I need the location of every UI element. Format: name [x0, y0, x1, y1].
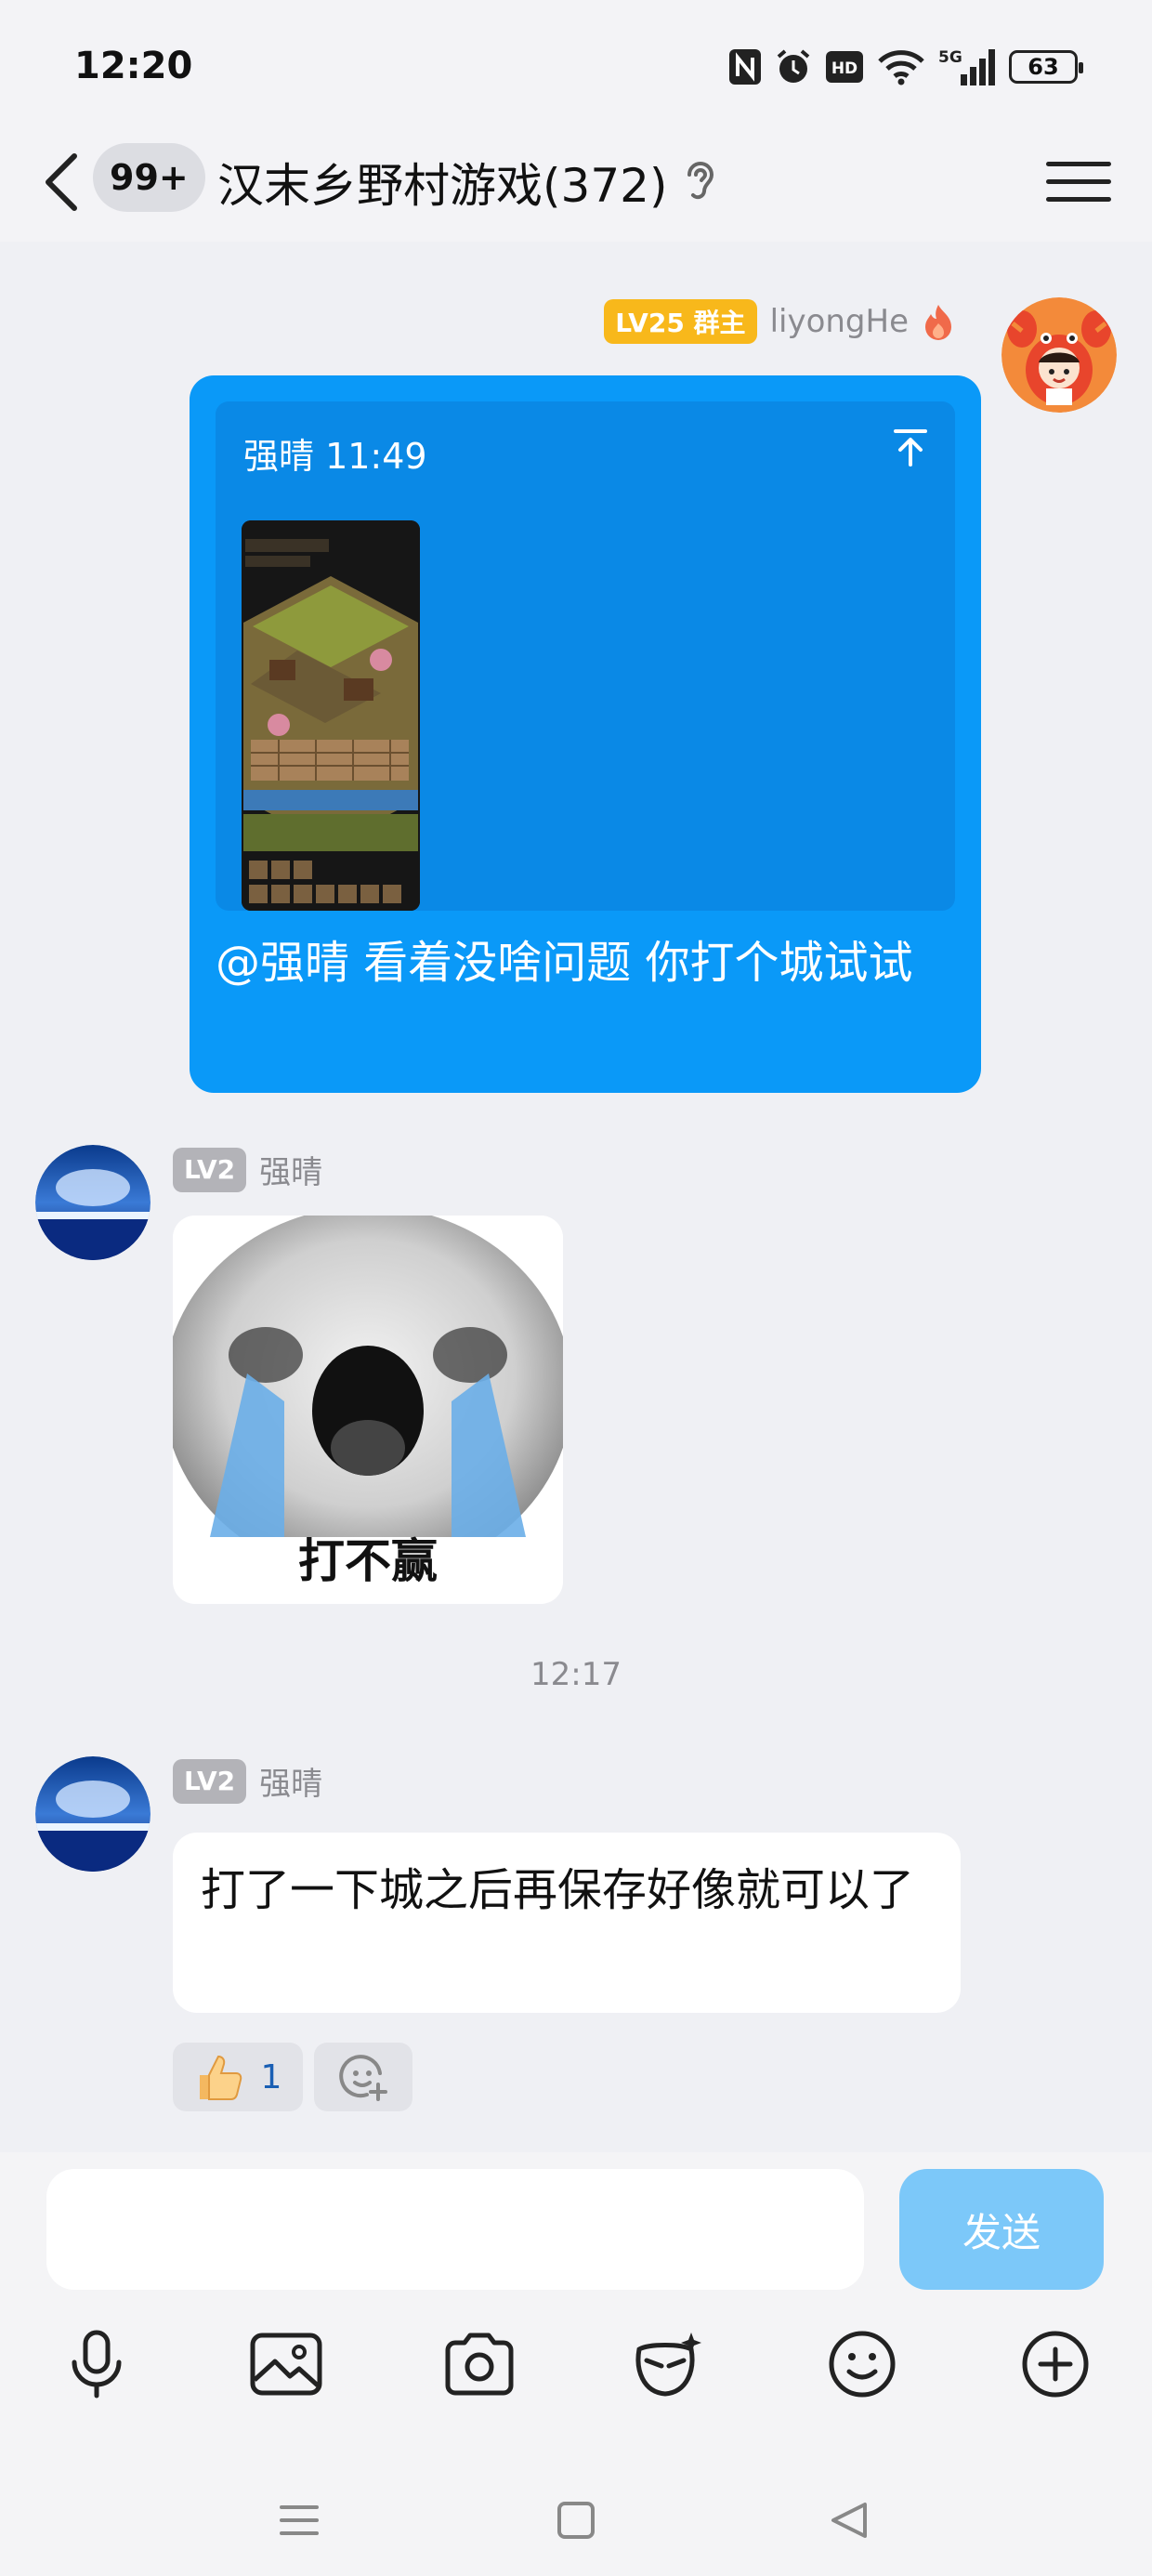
message-text: @强晴 看着没啥问题 你打个城试试 [216, 937, 913, 989]
hd-label: HD [831, 59, 857, 78]
menu-button[interactable] [1046, 149, 1111, 214]
group-title[interactable]: 汉末乡野村游戏(372) [217, 149, 667, 216]
composer: 发送 [0, 2152, 1152, 2576]
plus-icon [1022, 2331, 1089, 2398]
thumbs-up-icon [199, 2055, 242, 2100]
quote-header: 强晴 11:49 [243, 436, 427, 477]
wifi-icon [877, 48, 925, 85]
quoted-message[interactable]: 强晴 11:49 [216, 401, 955, 911]
sender-name[interactable]: 强晴 [259, 1758, 322, 1804]
system-navigation-bar [0, 2464, 1152, 2576]
nav-back-icon [831, 2503, 867, 2538]
time-divider: 12:17 [530, 1656, 622, 1693]
nav-menu-icon [280, 2505, 319, 2535]
microphone-icon [72, 2330, 122, 2399]
back-arrow-icon [46, 153, 77, 211]
image-button[interactable] [242, 2320, 331, 2409]
game-screenshot-image [242, 520, 420, 911]
add-reaction-button[interactable] [314, 2043, 412, 2111]
sender-name[interactable]: liyongHe [770, 303, 909, 340]
nav-home-button[interactable] [548, 2492, 604, 2548]
level-badge: LV2 [173, 1758, 247, 1804]
composer-toolbar [0, 2320, 1152, 2431]
nfc-icon [728, 48, 762, 85]
reaction-count: 1 [260, 2057, 282, 2096]
camera-button[interactable] [435, 2320, 524, 2409]
ear-icon[interactable] [684, 158, 715, 204]
ocean-avatar-icon [35, 1756, 151, 1872]
nav-home-icon [557, 2502, 595, 2539]
level-badge: LV2 [173, 1147, 247, 1192]
quoted-game-screenshot[interactable] [242, 520, 420, 911]
5g-signal-icon: 5G [938, 46, 996, 87]
status-bar: 12:20 HD 5G 63 [0, 0, 1152, 121]
add-reaction-icon [339, 2055, 387, 2101]
more-button[interactable] [1011, 2320, 1100, 2409]
unread-count-badge[interactable]: 99+ [93, 143, 205, 212]
mask-button[interactable] [624, 2320, 713, 2409]
hd-icon: HD [825, 50, 864, 84]
sender-line: LV2 强晴 [173, 1147, 322, 1192]
avatar[interactable] [1001, 297, 1117, 413]
sticker-caption: 打不赢 [298, 1534, 438, 1588]
nav-back-button[interactable] [821, 2492, 877, 2548]
jump-to-quote-icon[interactable] [892, 427, 929, 472]
sender-line: LV2 强晴 [173, 1758, 322, 1804]
sticker-message[interactable]: 打不赢 [173, 1216, 563, 1604]
crying-face-sticker-icon [173, 1216, 563, 1578]
avatar[interactable] [35, 1145, 151, 1260]
reaction-thumbs-up[interactable]: 1 [173, 2043, 303, 2111]
status-icons: HD 5G 63 [728, 46, 1083, 87]
alarm-icon [775, 48, 812, 85]
image-icon [250, 2333, 322, 2396]
sender-name[interactable]: 强晴 [259, 1147, 322, 1192]
avatar[interactable] [35, 1756, 151, 1872]
lobster-avatar-icon [1001, 297, 1117, 413]
message-input[interactable] [46, 2169, 864, 2290]
emoji-button[interactable] [818, 2320, 907, 2409]
send-button[interactable]: 发送 [899, 2169, 1104, 2290]
emoji-icon [829, 2331, 896, 2398]
back-button[interactable] [33, 143, 89, 221]
network-label: 5G [938, 48, 962, 67]
battery-icon: 63 [1009, 50, 1083, 84]
status-time: 12:20 [74, 45, 193, 87]
message-bubble[interactable]: 打了一下城之后再保存好像就可以了 [173, 1833, 961, 2013]
battery-level: 63 [1028, 54, 1059, 80]
ocean-avatar-icon [35, 1145, 151, 1260]
chat-header: 99+ 汉末乡野村游戏(372) [0, 121, 1152, 242]
message-text: 打了一下城之后再保存好像就可以了 [201, 1864, 915, 1916]
message-bubble-reply[interactable]: 强晴 11:49 @强晴 看着没啥问题 你打个城试试 [190, 375, 981, 1093]
flame-icon [925, 305, 951, 340]
voice-button[interactable] [52, 2320, 141, 2409]
sender-line: LV25 群主 liyongHe [604, 299, 955, 344]
mask-icon [635, 2333, 701, 2397]
menu-icon [1046, 161, 1111, 166]
camera-icon [445, 2333, 514, 2396]
level-badge: LV25 群主 [604, 299, 757, 344]
nav-menu-button[interactable] [271, 2492, 327, 2548]
